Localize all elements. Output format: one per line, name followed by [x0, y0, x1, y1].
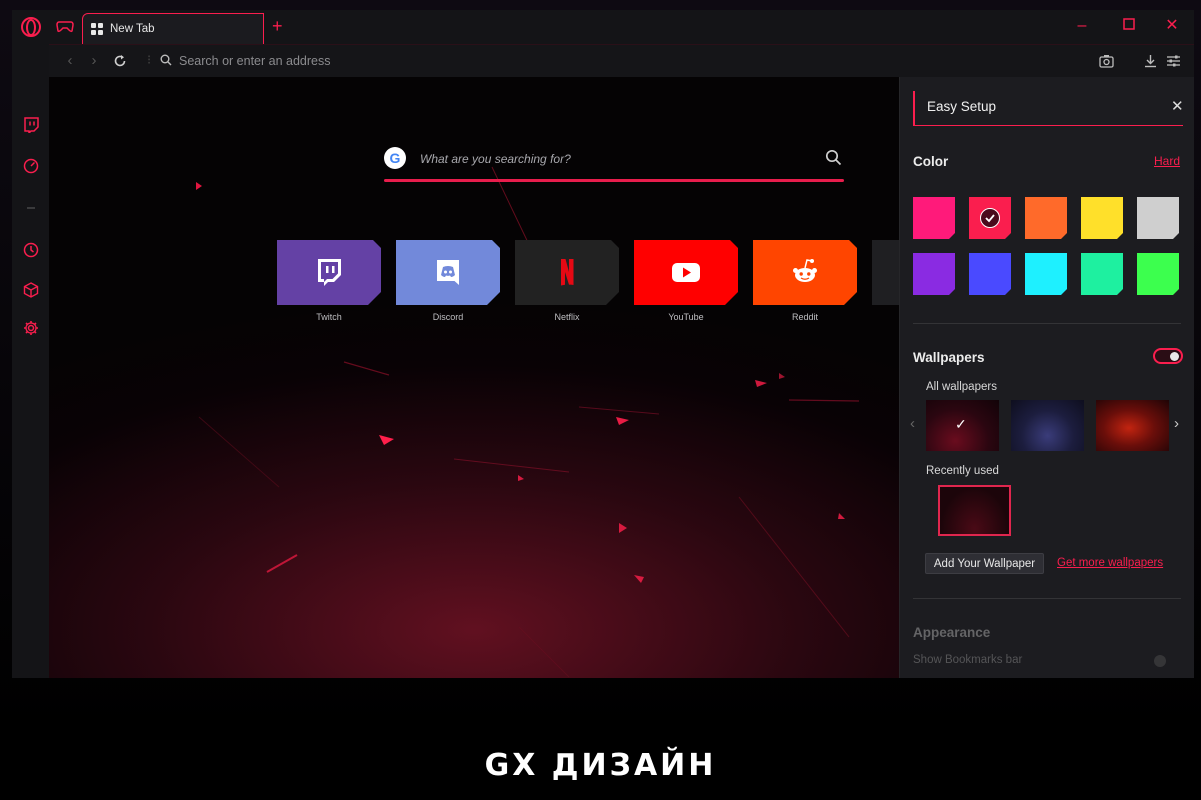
- close-panel-icon[interactable]: ✕: [1171, 97, 1185, 115]
- speed-dial-add-site[interactable]: + A: [872, 240, 899, 330]
- toggle-knob: [1170, 352, 1179, 361]
- easy-setup-title: Easy Setup: [927, 99, 997, 114]
- speed-dial-label: Reddit: [791, 312, 818, 322]
- speed-dial-twitch[interactable]: Twitch: [277, 240, 381, 330]
- sidebar-separator: [27, 207, 35, 209]
- search-icon: [160, 54, 172, 66]
- wallpapers-toggle[interactable]: [1153, 348, 1183, 364]
- color-swatch-blue[interactable]: [969, 253, 1011, 295]
- speed-dial-label: Netflix: [554, 312, 580, 322]
- speed-dial-label: Discord: [432, 312, 464, 322]
- color-swatch-orange[interactable]: [1025, 197, 1067, 239]
- gx-control-icon[interactable]: [23, 158, 39, 174]
- web-search-input[interactable]: [420, 149, 800, 169]
- reddit-icon: [793, 259, 817, 282]
- twitch-icon: [318, 259, 341, 286]
- hard-link[interactable]: Hard: [1154, 154, 1180, 168]
- minimize-icon[interactable]: –: [1072, 16, 1092, 36]
- speed-dial-netflix[interactable]: Netflix: [515, 240, 619, 330]
- check-icon: ✓: [955, 416, 967, 432]
- appearance-section-title: Appearance: [913, 625, 991, 640]
- wallpapers-prev-icon[interactable]: ‹: [910, 415, 915, 432]
- discord-icon: [437, 260, 459, 285]
- wallpapers-next-icon[interactable]: ›: [1174, 415, 1179, 432]
- check-icon: [980, 208, 1000, 228]
- color-swatch-mint[interactable]: [1081, 253, 1123, 295]
- recent-wallpaper-thumb[interactable]: [938, 485, 1011, 536]
- netflix-icon: [561, 259, 574, 286]
- address-input[interactable]: [179, 50, 879, 72]
- download-icon[interactable]: [1143, 54, 1158, 68]
- new-tab-page: G What are you searching for? Twitch Dis…: [49, 77, 899, 678]
- show-bookmarks-label: Show Bookmarks bar: [913, 654, 1023, 666]
- caption: GX ДИЗАЙН: [484, 748, 717, 783]
- all-wallpapers-label: All wallpapers: [926, 381, 997, 393]
- page: New Tab + – ✕ ‹ › ⁝ Search or enter an a…: [0, 0, 1201, 800]
- speed-dial-discord[interactable]: Discord: [396, 240, 500, 330]
- wallpaper-thumb-gx-red[interactable]: ✓: [926, 400, 999, 451]
- add-wallpaper-button[interactable]: Add Your Wallpaper: [925, 553, 1044, 574]
- sidebar: [12, 44, 49, 678]
- color-swatch-cyan[interactable]: [1025, 253, 1067, 295]
- color-section-title: Color: [913, 154, 949, 169]
- section-divider: [913, 323, 1181, 324]
- search-underline: [384, 179, 844, 182]
- color-swatch-gray[interactable]: [1137, 197, 1179, 239]
- opera-logo-icon[interactable]: [21, 17, 41, 37]
- recently-used-label: Recently used: [926, 465, 999, 477]
- camera-icon[interactable]: [1099, 54, 1114, 68]
- color-swatch-red-selected[interactable]: [969, 197, 1011, 239]
- history-icon[interactable]: [23, 242, 39, 258]
- close-window-icon[interactable]: ✕: [1162, 16, 1182, 36]
- back-icon[interactable]: ‹: [61, 52, 79, 70]
- speed-dial-label: Twitch: [316, 312, 342, 322]
- forward-icon[interactable]: ›: [85, 52, 103, 70]
- wallpaper-thumb-red-orange[interactable]: [1096, 400, 1169, 451]
- reload-icon[interactable]: [113, 54, 127, 68]
- youtube-icon: [672, 263, 700, 282]
- search-widget: G: [384, 147, 844, 191]
- twitch-sidebar-icon[interactable]: [23, 117, 39, 133]
- color-swatch-green[interactable]: [1137, 253, 1179, 295]
- maximize-icon[interactable]: [1119, 16, 1139, 36]
- easy-setup-header: Easy Setup ✕: [913, 91, 1185, 126]
- speed-dial-youtube[interactable]: YouTube: [634, 240, 738, 330]
- tab-new-tab[interactable]: New Tab: [82, 13, 264, 44]
- address-bar: ‹ › ⁝: [49, 44, 1194, 77]
- easy-setup-icon[interactable]: [1166, 54, 1181, 68]
- speed-dial-label: YouTube: [668, 312, 704, 322]
- speed-dial-reddit[interactable]: Reddit: [753, 240, 857, 330]
- color-swatch-yellow[interactable]: [1081, 197, 1123, 239]
- get-more-wallpapers-link[interactable]: Get more wallpapers: [1057, 557, 1163, 569]
- extensions-cube-icon[interactable]: [23, 282, 39, 298]
- settings-gear-icon[interactable]: [23, 320, 39, 336]
- title-bar: New Tab + – ✕: [12, 10, 1194, 44]
- tab-title: New Tab: [110, 23, 155, 35]
- new-tab-button[interactable]: +: [272, 17, 283, 35]
- color-swatch-pink[interactable]: [913, 197, 955, 239]
- search-submit-icon[interactable]: [825, 149, 842, 166]
- google-logo-icon: G: [384, 147, 406, 169]
- speed-dial-icon: [91, 23, 103, 35]
- section-divider: [913, 598, 1181, 599]
- bookmarks-toggle[interactable]: [1154, 655, 1166, 667]
- wallpaper-thumb-blue[interactable]: [1011, 400, 1084, 451]
- wallpapers-section-title: Wallpapers: [913, 350, 985, 365]
- speed-dial: Twitch Discord Netflix YouTube Reddit: [265, 240, 899, 330]
- color-swatch-purple[interactable]: [913, 253, 955, 295]
- easy-setup-panel: Easy Setup ✕ Color Hard Wallpapers All w…: [899, 77, 1194, 678]
- gx-controller-icon[interactable]: [56, 21, 74, 33]
- address-divider: ⁝: [147, 52, 152, 67]
- browser-window: New Tab + – ✕ ‹ › ⁝ Search or enter an a…: [12, 10, 1194, 678]
